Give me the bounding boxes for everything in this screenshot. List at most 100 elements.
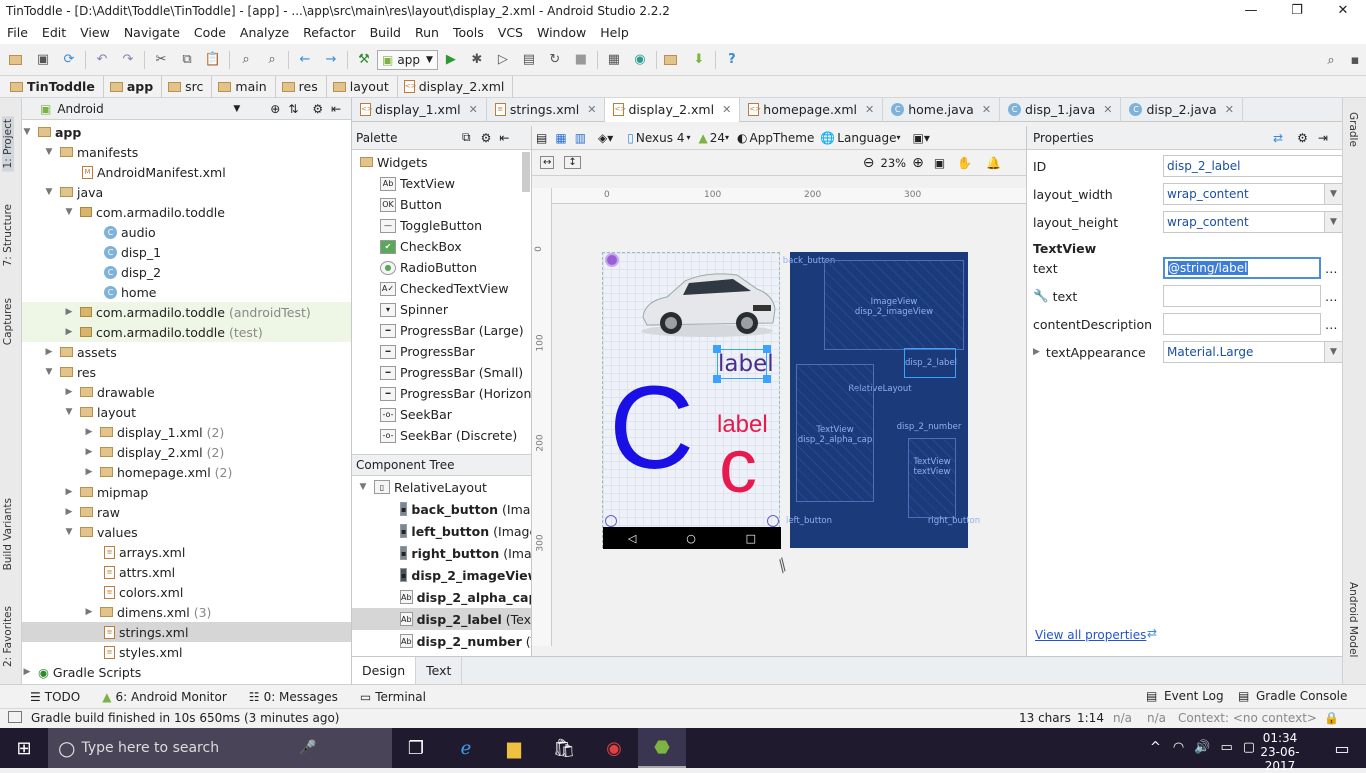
hide-icon[interactable]: ⇥ (1318, 131, 1328, 145)
tree-item-homepage[interactable]: ▶ homepage.xml (2) (84, 462, 233, 482)
palette-item-spinner[interactable]: ▾ Spinner (380, 299, 448, 320)
sdk-manager-icon[interactable]: ◉ (629, 49, 651, 71)
palette-item-progress-horizontal[interactable]: ━ ProgressBar (Horizontal) (380, 383, 552, 404)
tools-text-field[interactable] (1163, 285, 1321, 307)
menu-tools[interactable]: Tools (446, 22, 491, 44)
tree-item-class-home[interactable]: Chome (104, 282, 156, 302)
search-everywhere-icon[interactable]: ⌕ (1320, 49, 1342, 71)
menu-build[interactable]: Build (363, 22, 408, 44)
open-folder-icon[interactable] (6, 49, 28, 71)
tree-item-java[interactable]: ▼ java (44, 182, 104, 202)
tool-tab-gradle[interactable]: Gradle (1347, 112, 1359, 147)
layout-height-select[interactable]: wrap_content ▼ (1163, 211, 1343, 233)
tool-tab-structure[interactable]: 7: Structure (2, 204, 14, 266)
tree-node-right-button[interactable]: ▪right_button (Image (400, 542, 531, 564)
close-icon[interactable]: ✕ (982, 103, 991, 116)
encoding[interactable]: n/a (1147, 711, 1166, 725)
design-preview[interactable]: label C label c ◁ ○ □ (602, 252, 781, 549)
tree-item-layout[interactable]: ▼ layout (64, 402, 136, 422)
text-appearance-select[interactable]: Material.Large ▼ (1163, 341, 1343, 363)
debug-icon[interactable]: ✱ (466, 49, 488, 71)
profile-icon[interactable]: ▤ (518, 49, 540, 71)
id-field[interactable]: disp_2_label (1163, 155, 1343, 177)
tree-node-relativelayout[interactable]: ▼ ▯ RelativeLayout (358, 476, 487, 498)
menu-refactor[interactable]: Refactor (296, 22, 362, 44)
tool-terminal[interactable]: Terminal (375, 690, 426, 704)
tree-item-class-disp1[interactable]: Cdisp_1 (104, 242, 161, 262)
palette-item-checkedtextview[interactable]: A✓ CheckedTextView (380, 278, 509, 299)
tree-item-values[interactable]: ▼ values (64, 522, 138, 542)
tree-item-strings[interactable]: ≡ strings.xml (22, 622, 351, 642)
crumb-app[interactable]: app (104, 75, 163, 98)
avatar[interactable]: ▪ (1344, 49, 1366, 71)
context-indicator[interactable]: Context: <no context> (1178, 711, 1317, 725)
tab-strings[interactable]: ≡ strings.xml ✕ (487, 97, 606, 122)
redo-icon[interactable]: ↷ (117, 49, 139, 71)
menu-help[interactable]: Help (593, 22, 636, 44)
tree-item-package-test[interactable]: ▶ com.armadilo.toddle (test) (22, 322, 351, 342)
more-icon[interactable]: … (1325, 289, 1338, 304)
zoom-out-icon[interactable]: ⊖ (863, 155, 875, 171)
expand-horizontal-icon[interactable]: ↔ (540, 156, 555, 169)
tree-node-alpha-cap[interactable]: Abdisp_2_alpha_cap (Te (400, 586, 531, 608)
api-select[interactable]: 24 (710, 131, 725, 145)
avd-manager-icon[interactable]: ▦ (603, 49, 625, 71)
collapse-all-icon[interactable]: ⇅ (288, 102, 298, 116)
file-explorer-icon[interactable]: ▆ (490, 728, 538, 768)
caret-position[interactable]: 1:14 (1077, 711, 1104, 725)
tree-item-display2[interactable]: ▶ display_2.xml (2) (84, 442, 225, 462)
tree-item-class-disp2[interactable]: Cdisp_2 (104, 262, 161, 282)
alpha-cap-preview[interactable]: C (609, 369, 694, 487)
tree-item-styles[interactable]: ≡ styles.xml (104, 642, 183, 662)
crumb-res[interactable]: res (276, 75, 327, 98)
toggle-view-icon[interactable]: ⇄ (1273, 131, 1283, 145)
zoom-to-fit-icon[interactable]: ▣ (934, 156, 945, 170)
tab-display-1[interactable]: <> display_1.xml ✕ (352, 97, 487, 122)
taskbar-search[interactable]: ○ Type here to search 🎤 (48, 728, 392, 768)
clock[interactable]: 01:34 23-06-2017 (1252, 731, 1308, 773)
chrome-icon[interactable]: ◉ (590, 728, 638, 768)
bp-number[interactable]: disp_2_number (896, 422, 962, 432)
tree-item-drawable[interactable]: ▶ drawable (64, 382, 155, 402)
device-select[interactable]: Nexus 4 (636, 131, 685, 145)
menu-analyze[interactable]: Analyze (233, 22, 296, 44)
tool-tab-favorites[interactable]: 2: Favorites (2, 606, 14, 667)
close-icon[interactable]: ✕ (587, 103, 596, 116)
tab-design[interactable]: Design (352, 657, 417, 684)
wifi-icon[interactable]: ◠ (1173, 740, 1184, 755)
undo-icon[interactable]: ↶ (91, 49, 113, 71)
layout-variants-icon[interactable]: ▣▾ (913, 131, 930, 145)
text-field[interactable]: @string/label (1163, 257, 1321, 279)
menu-view[interactable]: View (73, 22, 117, 44)
tool-messages[interactable]: 0: Messages (264, 690, 338, 704)
forward-icon[interactable]: → (320, 49, 342, 71)
tab-homepage[interactable]: <> homepage.xml ✕ (740, 97, 884, 122)
tree-node-disp2-label[interactable]: Abdisp_2_label (TextVie (352, 608, 531, 630)
save-all-icon[interactable]: ▣ (32, 49, 54, 71)
theme-select[interactable]: AppTheme (750, 131, 815, 145)
close-icon[interactable]: ✕ (865, 103, 874, 116)
coverage-icon[interactable]: ▷ (492, 49, 514, 71)
rerun-icon[interactable]: ↻ (544, 49, 566, 71)
close-icon[interactable]: ✕ (469, 103, 478, 116)
volume-icon[interactable]: 🔊 (1194, 740, 1210, 755)
resize-handle[interactable] (763, 375, 771, 383)
store-icon[interactable]: 🛍 (540, 728, 588, 768)
battery-icon[interactable]: ▭ (1220, 740, 1232, 755)
resize-corner-icon[interactable]: ⁄⁄ (774, 557, 791, 574)
tool-android-monitor[interactable]: 6: Android Monitor (115, 690, 226, 704)
restore-button[interactable]: ❐ (1274, 0, 1320, 22)
bp-imageview[interactable]: ImageView disp_2_imageView (824, 260, 964, 350)
both-modes-icon[interactable]: ▥ (575, 131, 586, 145)
tool-gradle-console[interactable]: Gradle Console (1256, 689, 1347, 703)
palette-item-progress-large[interactable]: ━ ProgressBar (Large) (380, 320, 524, 341)
chevron-up-icon[interactable]: ^ (1150, 740, 1161, 755)
hide-icon[interactable]: ⇤ (499, 131, 509, 145)
palette-item-progress-small[interactable]: ━ ProgressBar (Small) (380, 362, 523, 383)
tab-disp2-java[interactable]: Cdisp_2.java ✕ (1121, 97, 1243, 122)
tool-tab-android-model[interactable]: Android Model (1347, 582, 1359, 657)
tab-disp1-java[interactable]: Cdisp_1.java ✕ (1000, 97, 1122, 122)
lock-icon[interactable]: 🔒 (1324, 711, 1339, 725)
menu-window[interactable]: Window (530, 22, 593, 44)
notifications-icon[interactable]: ▭ (1318, 728, 1366, 768)
